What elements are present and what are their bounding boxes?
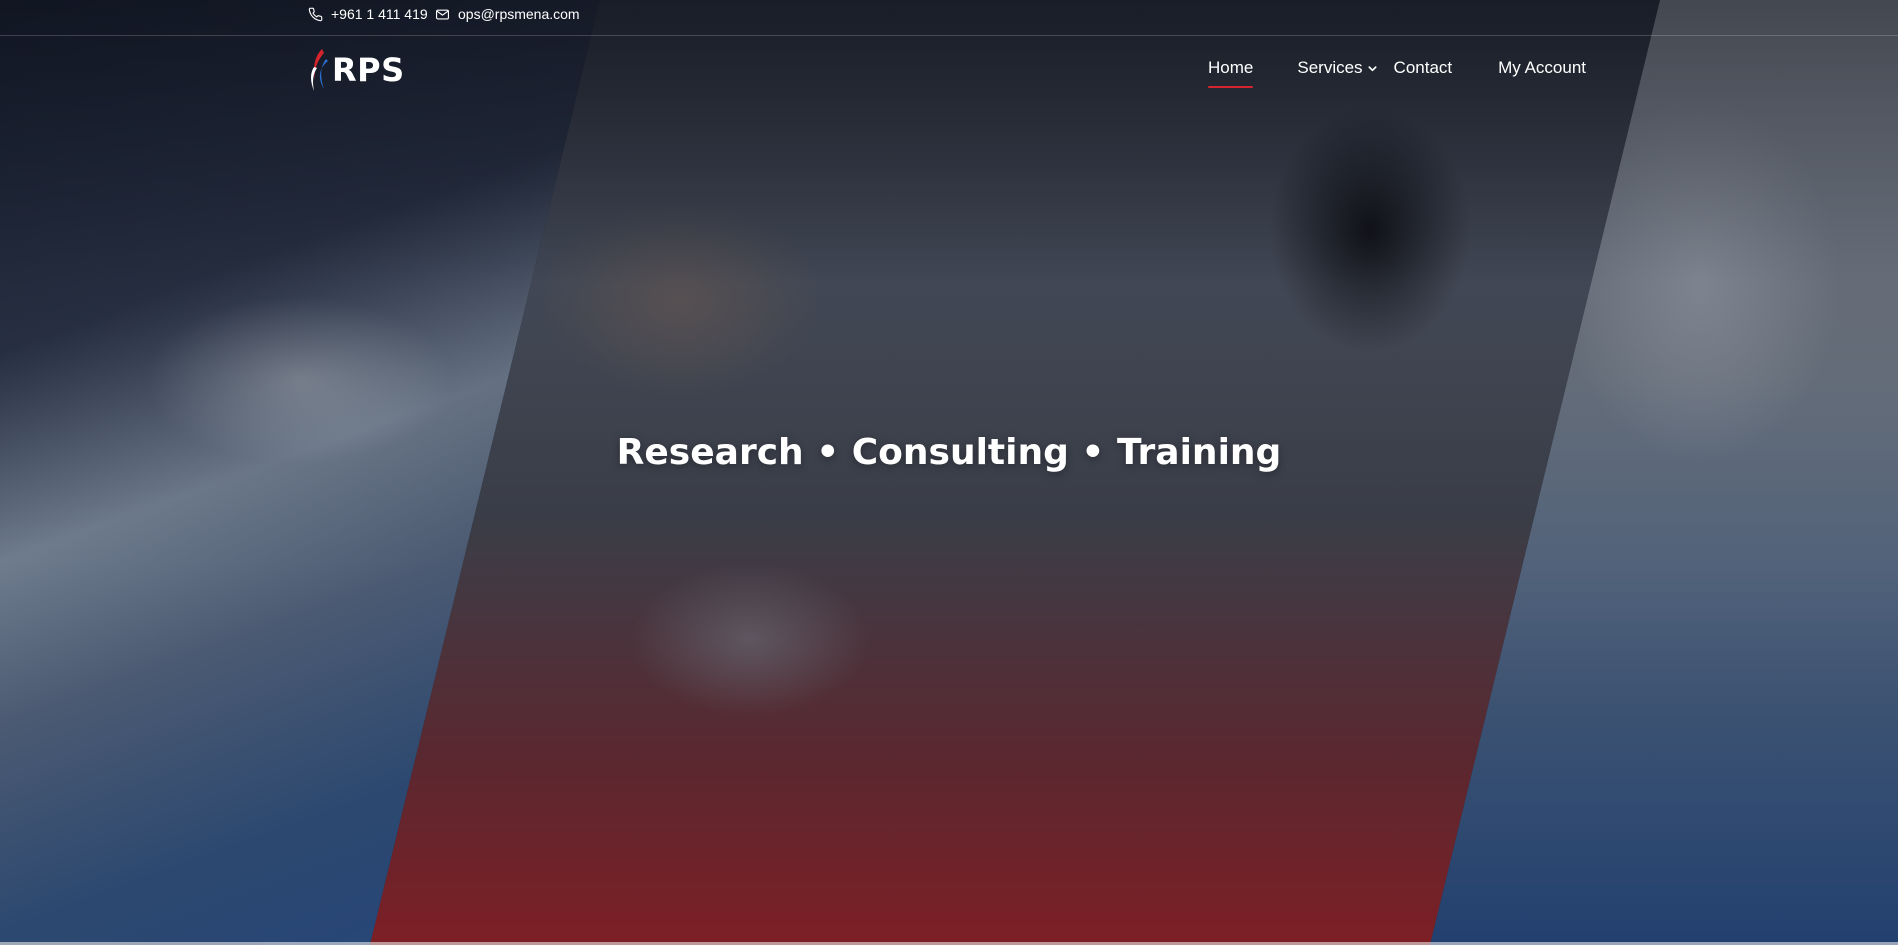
email-address: ops@rpsmena.com — [458, 6, 580, 22]
top-contact-bar: +961 1 411 419 ops@rpsmena.com — [0, 0, 1898, 36]
nav-account-label: My Account — [1498, 58, 1587, 77]
nav-contact[interactable]: Contact — [1394, 58, 1453, 88]
phone-icon — [308, 7, 323, 21]
logo-text: RPS — [332, 51, 405, 89]
nav-my-account[interactable]: My Account — [1498, 58, 1586, 88]
chevron-down-icon — [1368, 65, 1377, 71]
nav-services[interactable]: Services — [1297, 58, 1377, 88]
phone-number: +961 1 411 419 — [331, 6, 428, 22]
nav-contact-label: Contact — [1393, 58, 1453, 77]
email-link[interactable]: ops@rpsmena.com — [435, 6, 580, 22]
main-nav: Home Services Contact My Account — [1208, 58, 1586, 88]
hero-title: Research • Consulting • Training — [616, 432, 1282, 473]
mail-icon — [436, 9, 449, 19]
nav-services-label: Services — [1297, 58, 1363, 77]
logo-swoosh-icon — [311, 49, 328, 91]
nav-home[interactable]: Home — [1208, 58, 1254, 88]
phone-link[interactable]: +961 1 411 419 — [308, 6, 428, 22]
site-logo[interactable]: RPS — [308, 46, 405, 94]
nav-home-label: Home — [1208, 58, 1254, 77]
